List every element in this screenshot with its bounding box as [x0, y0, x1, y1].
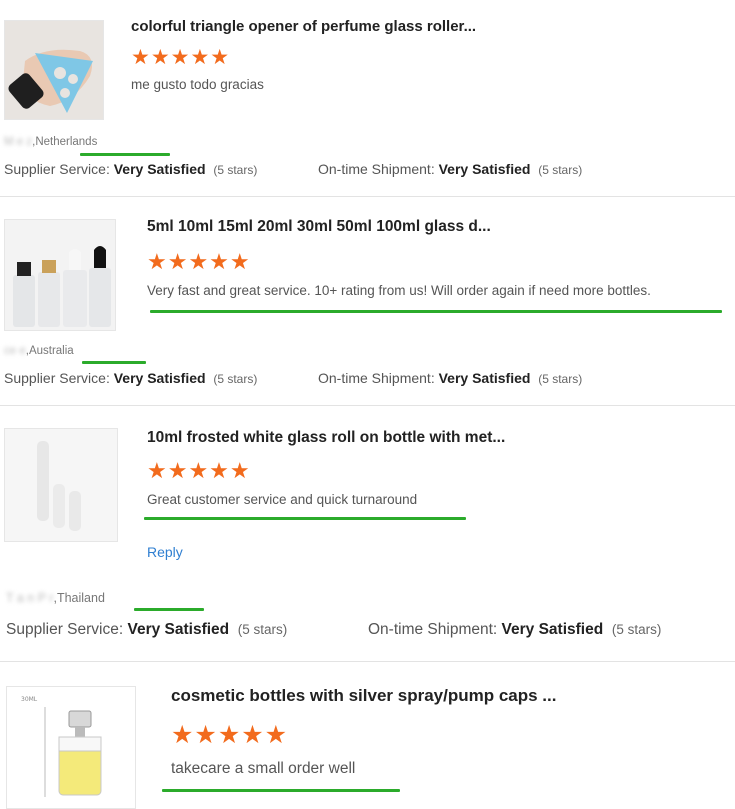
- on-time-shipment-rating: On-time Shipment: Very Satisfied (5 star…: [368, 621, 662, 638]
- on-time-shipment-rating: On-time Shipment: Very Satisfied (5 star…: [318, 161, 583, 177]
- reviewer-name-blurred: M e z: [4, 136, 33, 148]
- product-thumbnail[interactable]: 30ML: [6, 686, 136, 809]
- divider: [0, 661, 735, 662]
- highlight-underline: [162, 789, 400, 792]
- dropper-bottles-image: [5, 220, 115, 330]
- star-rating: ★★★★★: [171, 721, 289, 749]
- roll-on-bottles-image: [5, 429, 117, 541]
- highlight-underline: [134, 608, 204, 611]
- review-comment: takecare a small order well: [171, 760, 356, 777]
- product-title[interactable]: colorful triangle opener of perfume glas…: [131, 18, 476, 35]
- divider: [0, 405, 735, 406]
- reviewer-country: ,Thailand: [53, 591, 105, 605]
- product-thumbnail[interactable]: [4, 428, 118, 542]
- divider: [0, 196, 735, 197]
- star-rating: ★★★★★: [147, 249, 251, 274]
- triangle-opener-image: [5, 21, 103, 119]
- product-title[interactable]: 5ml 10ml 15ml 20ml 30ml 50ml 100ml glass…: [147, 218, 491, 236]
- supplier-service-rating: Supplier Service: Very Satisfied (5 star…: [4, 161, 258, 177]
- reviewer-name-blurred: ce e: [4, 345, 26, 357]
- on-time-shipment-rating: On-time Shipment: Very Satisfied (5 star…: [318, 370, 583, 386]
- product-thumbnail[interactable]: [4, 219, 116, 331]
- reviewer-info: ce e,Australia: [4, 345, 74, 357]
- product-thumbnail[interactable]: [4, 20, 104, 120]
- highlight-underline: [80, 153, 170, 156]
- reply-link[interactable]: Reply: [147, 544, 183, 560]
- supplier-service-rating: Supplier Service: Very Satisfied (5 star…: [4, 370, 258, 386]
- svg-text:30ML: 30ML: [21, 696, 38, 703]
- reviewer-country: ,Netherlands: [32, 136, 98, 148]
- highlight-underline: [150, 310, 722, 313]
- review-comment: Great customer service and quick turnaro…: [147, 492, 418, 507]
- reviewer-name-blurred: T a n P r: [6, 591, 54, 605]
- highlight-underline: [82, 361, 146, 364]
- product-title[interactable]: cosmetic bottles with silver spray/pump …: [171, 686, 556, 706]
- product-title[interactable]: 10ml frosted white glass roll on bottle …: [147, 429, 505, 447]
- review-comment: me gusto todo gracias: [131, 77, 264, 92]
- review-comment: Very fast and great service. 10+ rating …: [147, 283, 651, 298]
- spray-bottle-image: 30ML: [7, 687, 135, 808]
- supplier-service-rating: Supplier Service: Very Satisfied (5 star…: [6, 621, 288, 638]
- reviewer-info: M e z,Netherlands: [4, 136, 97, 148]
- star-rating: ★★★★★: [131, 46, 231, 69]
- reviewer-country: ,Australia: [25, 345, 74, 357]
- reviewer-info: T a n P r,Thailand: [6, 591, 105, 605]
- highlight-underline: [144, 517, 466, 520]
- star-rating: ★★★★★: [147, 458, 251, 483]
